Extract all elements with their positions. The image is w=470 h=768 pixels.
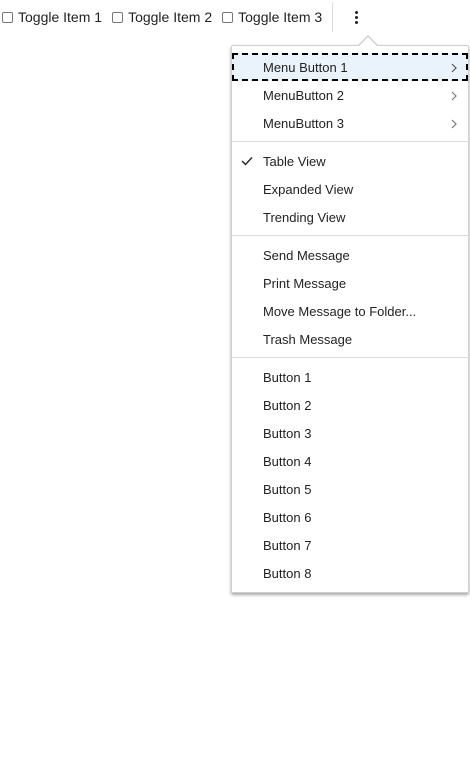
menu-item-trash-message[interactable]: Trash Message (232, 325, 468, 353)
menu-item-button-6[interactable]: Button 6 (232, 503, 468, 531)
menu-item-button-2[interactable]: Button 2 (232, 391, 468, 419)
menu-item-trending-view[interactable]: Trending View (232, 203, 468, 231)
overflow-menu: Menu Button 1 MenuButton 2 MenuButton 3 … (231, 45, 469, 593)
menu-item-button-3[interactable]: Button 3 (232, 419, 468, 447)
menu-item-button-1-label: Button 1 (263, 369, 312, 385)
toggle-item-2[interactable]: Toggle Item 2 (112, 0, 212, 34)
menu-item-button-5[interactable]: Button 5 (232, 475, 468, 503)
menu-separator (232, 141, 468, 142)
toggle-item-3-label: Toggle Item 3 (238, 9, 323, 25)
menu-item-expanded-view[interactable]: Expanded View (232, 175, 468, 203)
menu-item-button-4[interactable]: Button 4 (232, 447, 468, 475)
menu-separator (232, 235, 468, 236)
menu-item-table-view-label: Table View (263, 153, 326, 169)
menu-item-move-message[interactable]: Move Message to Folder... (232, 297, 468, 325)
chevron-right-icon (451, 63, 457, 73)
menu-item-button-6-label: Button 6 (263, 509, 312, 525)
toolbar: Toggle Item 1 Toggle Item 2 Toggle Item … (0, 0, 379, 34)
menu-item-button-7-label: Button 7 (263, 537, 312, 553)
toggle-item-1-label: Toggle Item 1 (18, 9, 103, 25)
menu-item-button-7[interactable]: Button 7 (232, 531, 468, 559)
menu-separator (232, 357, 468, 358)
menu-pointer-arrow-fill (358, 37, 378, 47)
menu-button-2-label: MenuButton 2 (263, 87, 344, 103)
menu-item-button-5-label: Button 5 (263, 481, 312, 497)
menu-item-table-view[interactable]: Table View (232, 147, 468, 175)
toggle-item-3[interactable]: Toggle Item 3 (222, 0, 322, 34)
menu-item-print-message-label: Print Message (263, 275, 347, 291)
menu-item-button-4-label: Button 4 (263, 453, 312, 469)
menu-button-3-label: MenuButton 3 (263, 115, 344, 131)
toggle-item-1-checkbox[interactable] (2, 11, 13, 23)
chevron-right-icon (451, 119, 457, 129)
menu-item-button-8-label: Button 8 (263, 565, 312, 581)
menu-item-button-3-label: Button 3 (263, 425, 312, 441)
checkmark-icon (241, 157, 253, 166)
chevron-right-icon (451, 91, 457, 101)
toggle-item-3-checkbox[interactable] (222, 11, 234, 23)
menu-item-trending-view-label: Trending View (263, 209, 346, 225)
toggle-item-1[interactable]: Toggle Item 1 (2, 0, 102, 34)
menu-item-send-message-label: Send Message (263, 247, 350, 263)
toggle-item-2-label: Toggle Item 2 (128, 9, 213, 25)
kebab-vertical-icon (354, 10, 358, 24)
menu-item-move-message-label: Move Message to Folder... (263, 303, 417, 319)
menu-item-button-2-label: Button 2 (263, 397, 312, 413)
menu-button-2[interactable]: MenuButton 2 (232, 81, 468, 109)
toggle-item-2-checkbox[interactable] (112, 11, 124, 23)
menu-item-print-message[interactable]: Print Message (232, 269, 468, 297)
menu-button-1-label: Menu Button 1 (263, 59, 348, 75)
overflow-menu-button[interactable] (333, 0, 379, 34)
menu-item-send-message[interactable]: Send Message (232, 241, 468, 269)
menu-item-expanded-view-label: Expanded View (263, 181, 354, 197)
menu-item-button-1[interactable]: Button 1 (232, 363, 468, 391)
menu-button-3[interactable]: MenuButton 3 (232, 109, 468, 137)
menu-button-1[interactable]: Menu Button 1 (232, 53, 468, 81)
menu-item-button-8[interactable]: Button 8 (232, 559, 468, 587)
menu-item-trash-message-label: Trash Message (263, 331, 353, 347)
